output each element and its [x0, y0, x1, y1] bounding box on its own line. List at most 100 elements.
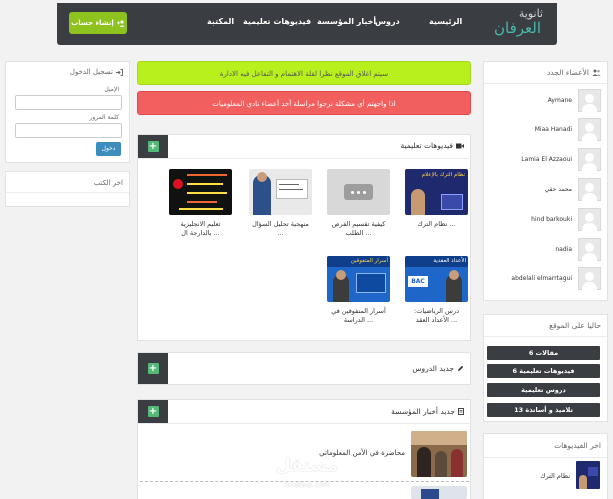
- expand-button[interactable]: +: [138, 353, 168, 384]
- edu-videos-title: فيديوهات تعليمية: [400, 141, 453, 150]
- member-item[interactable]: hind barkouki: [493, 208, 603, 232]
- avatar[interactable]: [578, 178, 601, 202]
- email-field[interactable]: [15, 95, 122, 110]
- avatar[interactable]: [578, 89, 601, 113]
- stat-videos[interactable]: 6 فيديوهات تعليمية: [487, 364, 600, 378]
- video-card[interactable]: أسرار المتفوقين أسرار المتفوقين في الدرا…: [327, 256, 390, 325]
- video-caption[interactable]: درس الرياضيات: الأعداد العقد ...: [405, 307, 468, 325]
- latest-video-caption[interactable]: نظام الترك: [540, 472, 570, 480]
- site-stats-title: حاليا على الموقع: [549, 321, 601, 330]
- avatar[interactable]: [578, 208, 601, 232]
- password-label: كلمة المرور: [89, 114, 119, 121]
- member-item[interactable]: nadia: [493, 238, 603, 262]
- signup-button[interactable]: إنشاء حساب: [69, 12, 127, 34]
- divider: [6, 192, 129, 193]
- mostaql-watermark: مستقل mostaql.com: [258, 456, 356, 494]
- member-name[interactable]: محمد حقي: [545, 186, 572, 193]
- new-lessons-panel: + جديد الدروس: [137, 352, 471, 385]
- video-card[interactable]: الأعداد العقدية BAC درس الرياضيات: الأعد…: [405, 256, 468, 325]
- video-caption[interactable]: منهجية تحليل السؤال ...: [249, 220, 312, 238]
- email-label: الإميل: [104, 86, 119, 93]
- avatar[interactable]: [578, 238, 601, 262]
- nav-home[interactable]: الرئيسية: [429, 17, 462, 26]
- stat-lessons[interactable]: دروس تعليمية: [487, 383, 600, 397]
- panel-header: اخر الفيديوهات: [484, 434, 607, 458]
- plus-icon: +: [147, 363, 159, 374]
- member-name[interactable]: Aymane: [548, 97, 572, 104]
- nav-edu-videos[interactable]: فيديوهات تعليمية: [243, 17, 311, 26]
- video-caption[interactable]: كيفية تقسيم الفرص الطلب ...: [327, 220, 390, 238]
- member-item[interactable]: Aymane: [493, 89, 603, 113]
- panel-header: + فيديوهات تعليمية: [138, 135, 470, 159]
- top-navbar: ثانوية العرفان الرئيسية دروس أخبار المؤس…: [57, 3, 557, 45]
- new-lessons-title: جديد الدروس: [412, 364, 454, 373]
- thumbnail-caption: أسرار المتفوقين: [350, 258, 388, 264]
- stat-articles[interactable]: 6 مقالات: [487, 346, 600, 360]
- latest-books-title: اخر الكتب: [93, 179, 123, 187]
- thumbnail-caption: الأعداد العقدية: [433, 258, 466, 264]
- expand-button[interactable]: +: [138, 400, 168, 423]
- panel-header: + جديد الدروس: [138, 353, 470, 384]
- signup-label: إنشاء حساب: [71, 19, 114, 27]
- video-thumbnail[interactable]: الأعداد العقدية BAC: [405, 256, 468, 302]
- video-thumbnail[interactable]: [169, 169, 232, 215]
- member-item[interactable]: Miaa Hanadi: [493, 118, 603, 142]
- video-thumbnail[interactable]: [249, 169, 312, 215]
- latest-videos-title: اخر الفيديوهات: [554, 441, 601, 450]
- watermark-arabic: مستقل: [275, 456, 339, 476]
- password-field[interactable]: [15, 123, 122, 138]
- latest-video-thumbnail[interactable]: [576, 461, 600, 489]
- login-submit-button[interactable]: دخول: [96, 142, 121, 156]
- member-name[interactable]: Miaa Hanadi: [535, 126, 572, 133]
- member-item[interactable]: محمد حقي: [493, 178, 603, 202]
- member-name[interactable]: abdelali elmarrtagui: [511, 275, 572, 282]
- placeholder-icon: [344, 184, 373, 200]
- video-thumbnail[interactable]: [327, 169, 390, 215]
- contact-notice-text: اذا واجهتم أي مشكلة نرجوا مراسلة أحد أعض…: [212, 100, 396, 108]
- member-name[interactable]: Lamia El Azzaoui: [521, 156, 572, 163]
- nav-library[interactable]: المكتبة: [207, 17, 234, 26]
- bac-badge: BAC: [408, 276, 428, 287]
- logo-line-2: العرفان: [493, 19, 541, 37]
- closure-notice-text: سيتم اغلاق الموقع نظرا لقلة الاهتمام و ا…: [219, 70, 389, 78]
- panel-header: حاليا على الموقع: [484, 315, 607, 337]
- stat-members[interactable]: 13 تلاميذ و أساتذة: [487, 403, 600, 417]
- watermark-latin: mostaql.com: [284, 481, 330, 489]
- document-icon: [458, 408, 464, 415]
- site-logo[interactable]: ثانوية العرفان: [481, 7, 543, 43]
- video-thumbnail[interactable]: نظام الترك بالإعلام: [405, 169, 468, 215]
- plus-icon: +: [147, 141, 159, 152]
- news-thumbnail[interactable]: [411, 431, 467, 477]
- member-item[interactable]: Lamia El Azzaoui: [493, 148, 603, 172]
- video-caption[interactable]: نظام الترك ...: [405, 220, 468, 229]
- plus-icon: +: [147, 406, 159, 417]
- video-caption[interactable]: أسرار المتفوقين في الدراسة ...: [327, 307, 390, 325]
- pencil-icon: [458, 365, 464, 371]
- member-item[interactable]: abdelali elmarrtagui: [493, 267, 603, 291]
- avatar[interactable]: [578, 267, 601, 291]
- video-card[interactable]: تعليم الانجليزية بالدارجة ال ...: [169, 169, 232, 238]
- avatar[interactable]: [578, 148, 601, 172]
- video-camera-icon: [456, 143, 464, 148]
- news-thumbnail[interactable]: [411, 486, 467, 499]
- users-icon: [592, 69, 601, 76]
- nav-lessons[interactable]: دروس: [375, 17, 400, 26]
- avatar[interactable]: [578, 118, 601, 142]
- new-members-title: الأعضاء الجدد: [546, 68, 589, 77]
- latest-books-panel: اخر الكتب: [5, 171, 130, 207]
- user-plus-icon: [116, 19, 125, 27]
- panel-header: الأعضاء الجدد: [484, 62, 607, 84]
- member-name[interactable]: nadia: [555, 246, 572, 253]
- login-title: تسجيل الدخول: [69, 68, 113, 76]
- thumbnail-caption: نظام الترك بالإعلام: [421, 172, 465, 178]
- video-card[interactable]: منهجية تحليل السؤال ...: [249, 169, 312, 238]
- video-card[interactable]: كيفية تقسيم الفرص الطلب ...: [327, 169, 390, 238]
- video-card[interactable]: نظام الترك بالإعلام نظام الترك ...: [405, 169, 468, 229]
- video-thumbnail[interactable]: أسرار المتفوقين: [327, 256, 390, 302]
- member-name[interactable]: hind barkouki: [531, 216, 572, 223]
- video-caption[interactable]: تعليم الانجليزية بالدارجة ال ...: [169, 220, 232, 238]
- expand-button[interactable]: +: [138, 135, 168, 158]
- nav-school-news[interactable]: أخبار المؤسسة: [317, 17, 376, 26]
- school-news-title: جديد أخبار المؤسسة: [391, 407, 455, 416]
- sign-in-icon: [116, 68, 123, 76]
